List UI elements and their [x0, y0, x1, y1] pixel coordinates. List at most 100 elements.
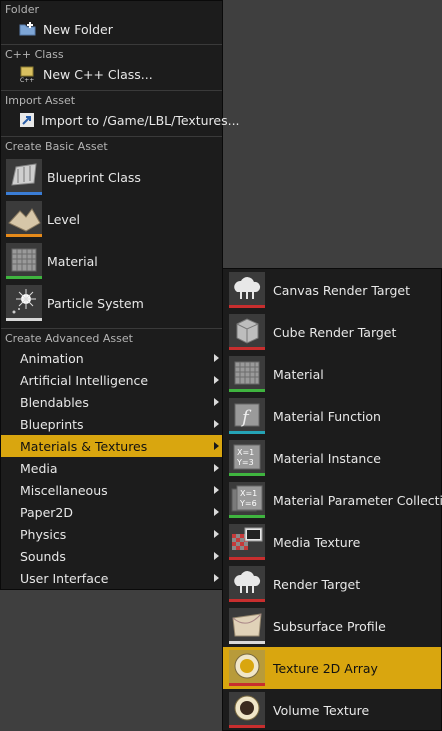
divider: [1, 44, 222, 45]
submenu-item-label: Canvas Render Target: [273, 282, 410, 298]
category-label: Artificial Intelligence: [20, 372, 149, 388]
submenu-item-material-parameter-collection[interactable]: X=1 Y=6 Material Parameter Collection: [223, 479, 442, 521]
new-folder-label: New Folder: [43, 21, 113, 37]
submenu-item-label: Material: [273, 366, 324, 382]
svg-text:Y=6: Y=6: [239, 499, 257, 508]
submenu-item-label: Cube Render Target: [273, 324, 397, 340]
submenu-item-subsurface-profile[interactable]: Subsurface Profile: [223, 605, 441, 647]
material-icon: [229, 356, 265, 392]
material-label: Material: [47, 253, 98, 269]
category-artificial-intelligence[interactable]: Artificial Intelligence: [1, 369, 222, 391]
category-label: Paper2D: [20, 504, 73, 520]
blueprint-class-label: Blueprint Class: [47, 169, 141, 185]
material-parameter-collection-icon: X=1 Y=6: [229, 482, 265, 518]
section-advanced-title: Create Advanced Asset: [5, 332, 133, 345]
render-target-icon: [229, 566, 265, 602]
chevron-right-icon: [214, 376, 219, 384]
basic-item-particle-system[interactable]: Particle System: [1, 282, 222, 324]
material-instance-icon: X=1 Y=3: [229, 440, 265, 476]
basic-item-blueprint-class[interactable]: Blueprint Class: [1, 156, 222, 198]
submenu-item-label: Material Function: [273, 408, 381, 424]
new-folder-icon: [19, 20, 37, 38]
category-label: Sounds: [20, 548, 66, 564]
chevron-right-icon: [214, 464, 219, 472]
submenu-item-label: Media Texture: [273, 534, 361, 550]
category-label: User Interface: [20, 570, 109, 586]
canvas-render-target-icon: [229, 272, 265, 308]
category-blueprints[interactable]: Blueprints: [1, 413, 222, 435]
level-label: Level: [47, 211, 80, 227]
category-label: Blueprints: [20, 416, 84, 432]
category-label: Materials & Textures: [20, 438, 148, 454]
category-miscellaneous[interactable]: Miscellaneous: [1, 479, 222, 501]
new-folder-item[interactable]: New Folder: [1, 18, 222, 40]
submenu-item-material-instance[interactable]: X=1 Y=3 Material Instance: [223, 437, 441, 479]
import-label: Import to /Game/LBL/Textures...: [41, 112, 240, 128]
new-cpp-class-item[interactable]: C++ New C++ Class...: [1, 63, 222, 85]
submenu-item-label: Texture 2D Array: [273, 660, 378, 676]
submenu-item-label: Render Target: [273, 576, 361, 592]
divider: [1, 136, 222, 137]
submenu-item-volume-texture[interactable]: Volume Texture: [223, 689, 441, 731]
cube-render-target-icon: [229, 314, 265, 350]
category-label: Animation: [20, 350, 84, 366]
basic-item-level[interactable]: Level: [1, 198, 222, 240]
blueprint-class-icon: [6, 159, 42, 195]
category-label: Miscellaneous: [20, 482, 108, 498]
category-blendables[interactable]: Blendables: [1, 391, 222, 413]
particle-system-icon: [6, 285, 42, 321]
material-icon: [6, 243, 42, 279]
submenu-item-canvas-render-target[interactable]: Canvas Render Target: [223, 269, 441, 311]
category-physics[interactable]: Physics: [1, 523, 222, 545]
submenu-item-cube-render-target[interactable]: Cube Render Target: [223, 311, 441, 353]
submenu-item-label: Volume Texture: [273, 702, 370, 718]
basic-item-material[interactable]: Material: [1, 240, 222, 282]
media-texture-icon: [229, 524, 265, 560]
category-media[interactable]: Media: [1, 457, 222, 479]
category-paper2d[interactable]: Paper2D: [1, 501, 222, 523]
submenu-item-label: Subsurface Profile: [273, 618, 386, 634]
submenu-item-media-texture[interactable]: Media Texture: [223, 521, 441, 563]
section-basic-title: Create Basic Asset: [5, 140, 108, 153]
svg-text:X=1: X=1: [240, 489, 257, 498]
submenu-item-label: Material Instance: [273, 450, 381, 466]
chevron-right-icon: [214, 486, 219, 494]
chevron-right-icon: [214, 574, 219, 582]
material-function-icon: f: [229, 398, 265, 434]
category-user-interface[interactable]: User Interface: [1, 567, 222, 589]
chevron-right-icon: [214, 552, 219, 560]
section-import-title: Import Asset: [5, 94, 76, 107]
context-menu: Folder New Folder C++ Class C++ New C++ …: [0, 0, 240, 590]
submenu-item-label: Material Parameter Collection: [273, 492, 442, 508]
chevron-right-icon: [214, 442, 219, 450]
import-item[interactable]: Import to /Game/LBL/Textures...: [1, 109, 240, 131]
svg-text:C++: C++: [20, 77, 34, 83]
submenu-item-material[interactable]: Material: [223, 353, 441, 395]
materials-textures-submenu: Canvas Render Target Cube Render Target …: [222, 268, 442, 731]
particle-system-label: Particle System: [47, 295, 144, 311]
texture-2d-array-icon: [229, 650, 265, 686]
chevron-right-icon: [214, 420, 219, 428]
volume-texture-icon: [229, 692, 265, 728]
chevron-right-icon: [214, 508, 219, 516]
chevron-right-icon: [214, 530, 219, 538]
cpp-class-icon: C++: [19, 65, 37, 83]
category-materials-textures[interactable]: Materials & Textures: [1, 435, 222, 457]
section-cpp-title: C++ Class: [5, 48, 64, 61]
submenu-item-render-target[interactable]: Render Target: [223, 563, 441, 605]
divider: [1, 90, 222, 91]
subsurface-profile-icon: [229, 608, 265, 644]
level-icon: [6, 201, 42, 237]
submenu-item-texture-2d-array[interactable]: Texture 2D Array: [223, 647, 441, 689]
chevron-right-icon: [214, 354, 219, 362]
category-label: Physics: [20, 526, 67, 542]
category-animation[interactable]: Animation: [1, 347, 222, 369]
import-icon: [19, 111, 35, 129]
svg-text:Y=3: Y=3: [236, 458, 254, 467]
new-cpp-class-label: New C++ Class...: [43, 66, 153, 82]
category-label: Blendables: [20, 394, 89, 410]
divider: [1, 328, 222, 329]
section-folder-title: Folder: [5, 3, 39, 16]
category-sounds[interactable]: Sounds: [1, 545, 222, 567]
submenu-item-material-function[interactable]: f Material Function: [223, 395, 441, 437]
